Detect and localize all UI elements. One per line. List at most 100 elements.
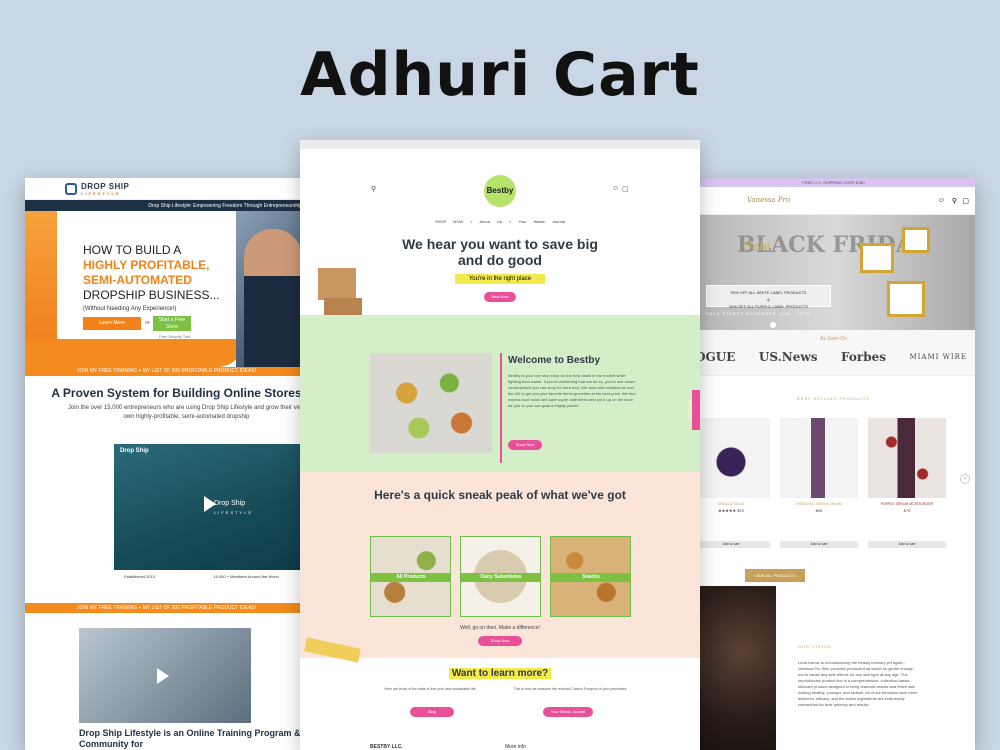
user-icon[interactable]: ☺ [938,197,945,204]
blog-column-text: Here are tricks of the trade to live you… [384,687,476,691]
product-name[interactable]: MIRACLE BALM [692,502,770,506]
learn-more-button[interactable]: Learn More [83,317,141,330]
sneak-peak-heading: Here's a quick sneak peak of what we've … [374,488,626,502]
hero-button[interactable]: Best Now [484,292,516,302]
site-header: ⚲ Bestby ☺ ▢ [300,149,700,219]
site-header: Vanessa Pro ☺ ⚲ ▢ [692,187,975,215]
discount-side-tab[interactable]: $10 Discount [688,390,700,430]
welcome-heading: Welcome to Bestby [508,355,601,366]
stats-row: Established 2013 15,000 + Members Around… [95,574,308,579]
cart-icon[interactable]: ▢ [622,185,629,193]
brand-miami-wire: MIAMI WIRE [909,353,967,361]
search-icon[interactable]: ⚲ [371,185,376,193]
free-training-bar[interactable]: JOIN MY FREE TRAINING + MY LIST OF 500 P… [25,367,308,376]
skincare-site-screenshot: FREE U.S. SHIPPING OVER $150 Vanessa Pro… [692,178,975,750]
product-price: $90 [815,508,823,513]
product-price: $75 [903,508,911,513]
journal-column-text: This is how we measure the reduced Carbo… [513,687,627,691]
start-store-button[interactable]: Start a Free Store [153,316,191,331]
founder-photo [692,586,776,750]
nav-waste-journal[interactable]: Your Waste Journal [518,219,565,224]
vision-heading: OUR VISION [798,644,832,649]
proven-heading: A Proven System for Building Online Stor… [51,386,302,400]
site-logo[interactable]: DROP SHIP LIFESTYLE [81,182,129,196]
dropship-site-screenshot: DROP SHIP LIFESTYLE Drop Ship Lifestyle: … [25,178,308,750]
add-to-cart-button[interactable]: Add to cart [780,541,858,548]
brand-forbes: Forbes [841,350,886,364]
founder-video[interactable] [79,628,251,723]
video-title: Drop Ship [214,500,246,507]
box-icon [318,268,356,300]
as-seen-on-label: As Seen On [820,336,847,342]
product-name[interactable]: PURPLE SERUM MOISTURIZER [868,502,946,506]
footer-more-info[interactable]: More info [505,744,526,750]
gift-box-icon [887,281,925,317]
shop-now-button-2[interactable]: Shop Now [478,636,522,646]
play-icon[interactable] [204,496,216,512]
stat-members: 15,000 + Members Around the World [213,574,279,579]
nav-shop-now[interactable]: SHOP NOW [435,219,463,224]
top-strip [300,140,700,149]
product-name[interactable]: ENRICHED SERUM CREAM [780,502,858,506]
sale-dates: SALE STARTS NOVEMBER 11th - 25TH [706,311,811,316]
categories-section: Here's a quick sneak peak of what we've … [300,472,700,658]
add-to-cart-button[interactable]: Add to cart [692,541,770,548]
hero-headline: We hear you want to save big and do good [402,236,598,268]
top-bar: Drop Ship Lifestyle: Empowering Freedom … [25,200,308,211]
welcome-section: Welcome to Bestby Bestby is your one sto… [300,315,700,472]
product-price: ★★★★★ $70 [718,508,744,513]
stat-established: Established 2013 [124,574,155,579]
search-icon[interactable]: ⚲ [952,197,957,205]
brand-usnews: US.News [758,350,818,364]
vision-paragraph: Luna Ivanov is revolutionizing the beaut… [798,660,918,707]
footer-company: BESTBY LLC. [370,744,403,750]
proven-paragraph: Join the over 15,000 entrepreneurs who a… [67,405,306,420]
add-to-cart-button[interactable]: Add to cart [868,541,946,548]
rating-stars: ★★★★★ [718,508,737,513]
welcome-paragraph: Bestby is your one stop shop for the bes… [508,373,636,408]
shipping-bar: FREE U.S. SHIPPING OVER $150 [692,178,975,187]
free-training-bar-2[interactable]: JOIN MY FREE TRAINING + MY LIST OF 500 P… [25,603,308,613]
cart-icon[interactable]: ▢ [962,197,969,205]
main-nav: SHOP NOW ˅ About Us ˅ Your Waste Journal [434,219,566,224]
hero-buttons: Learn More or Start a Free Store Free Sh… [25,211,308,367]
carousel-dot[interactable] [770,322,776,328]
video-logo: Drop Ship [120,448,149,454]
best-selling-heading: BEST SELLING PRODUCTS [797,396,870,401]
site-header: DROP SHIP LIFESTYLE [25,178,308,200]
blog-button[interactable]: Blog [410,707,454,717]
chevron-right-icon[interactable]: › [960,474,970,484]
gift-box-icon [860,243,894,273]
page-title: Adhuri Cart [300,40,700,110]
category-snacks[interactable]: Snacks [550,536,631,617]
nav-about-us[interactable]: About Us [479,219,501,224]
view-all-button[interactable]: VIEW ALL PRODUCTS [745,569,805,582]
category-dairy-substitutes[interactable]: Dairy Substitutes [460,536,541,617]
hero-tag: You're in the right place [455,274,545,284]
product-card-image[interactable] [780,418,858,498]
product-card-image[interactable] [692,418,770,498]
video-title-sub: LIFESTYLE [214,510,254,515]
pink-divider [500,353,502,463]
groceries-image [370,353,492,453]
sale-text: Sale [744,239,771,253]
bottom-heading: Drop Ship Lifestyle is an Online Trainin… [79,728,301,749]
shop-now-button[interactable]: Shop Now [508,440,542,450]
category-all-products[interactable]: All Products [370,536,451,617]
waste-journal-button[interactable]: Your Waste Journal [543,707,593,717]
learn-more-heading: Want to learn more? [300,668,700,679]
site-logo[interactable]: Vanessa Pro [747,196,790,204]
offer-box: 50% OFF ALL WHITE LABEL PRODUCTS & 30% OFF… [706,285,831,309]
gift-box-icon [902,227,930,253]
play-icon[interactable] [157,668,169,684]
site-logo[interactable]: Bestby [484,175,516,207]
press-logos: VOGUE US.News Forbes MIAMI WIRE [692,350,975,364]
free-trial-note: Free Shopify Trial [159,334,191,339]
or-label: or [145,320,150,326]
go-on-text: Well, go on then. Make a difference! [460,625,540,631]
user-icon[interactable]: ☺ [612,185,619,192]
intro-video[interactable]: Drop Ship Drop Ship LIFESTYLE [114,444,308,570]
product-card-image[interactable] [868,418,946,498]
bestby-site-screenshot: ⚲ Bestby ☺ ▢ SHOP NOW ˅ About Us ˅ Your … [300,140,700,750]
black-friday-banner[interactable]: BLACK FRIDAY Sale 50% OFF ALL WHITE LABE… [692,215,975,330]
